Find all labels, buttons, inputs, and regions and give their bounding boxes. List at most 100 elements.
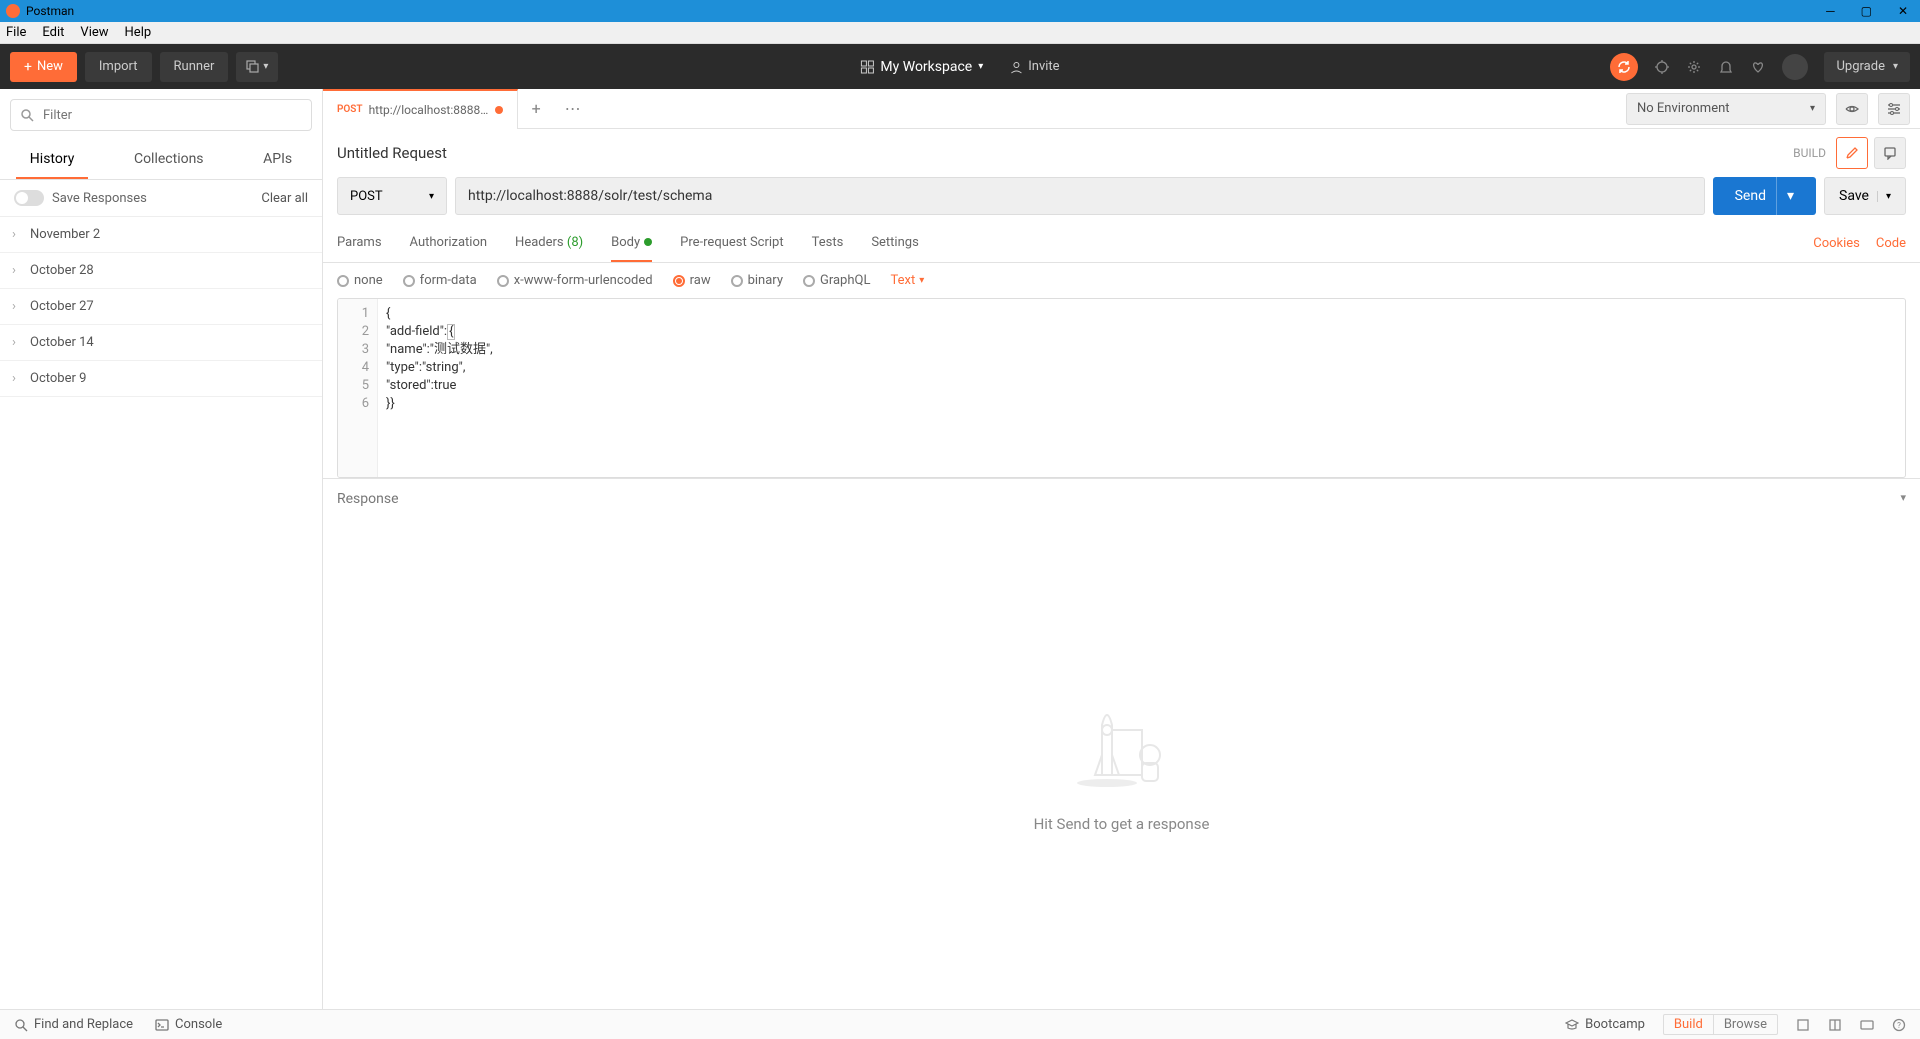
filter-input[interactable] — [10, 99, 312, 131]
sync-icon — [1617, 60, 1631, 74]
tab-params[interactable]: Params — [337, 225, 382, 262]
history-group[interactable]: October 9 — [0, 361, 322, 397]
environment-selector[interactable]: No Environment ▾ — [1626, 93, 1826, 125]
import-button[interactable]: Import — [85, 52, 152, 82]
window-close-icon[interactable]: ✕ — [1898, 4, 1908, 18]
comment-icon — [1883, 146, 1897, 160]
workspace-name: My Workspace — [880, 59, 972, 75]
person-icon — [1009, 60, 1023, 74]
chevron-down-icon: ▾ — [429, 191, 434, 202]
body-formdata-radio[interactable]: form-data — [403, 273, 477, 288]
menu-file[interactable]: File — [6, 25, 26, 40]
chevron-down-icon: ▾ — [263, 61, 268, 72]
menu-edit[interactable]: Edit — [42, 25, 64, 40]
upgrade-button[interactable]: Upgrade▾ — [1824, 52, 1910, 82]
tab-overflow-button[interactable]: ⋯ — [555, 99, 591, 118]
console-button[interactable]: Console — [155, 1017, 222, 1032]
settings-icon[interactable] — [1686, 59, 1702, 75]
env-settings-button[interactable] — [1878, 93, 1910, 125]
tab-tests[interactable]: Tests — [812, 225, 844, 262]
clear-all-link[interactable]: Clear all — [261, 191, 308, 206]
window-minimize-icon[interactable]: ─ — [1826, 4, 1835, 18]
pane-two-icon[interactable] — [1828, 1018, 1842, 1032]
build-mode-button[interactable]: Build — [1663, 1014, 1714, 1035]
new-button[interactable]: +New — [10, 52, 77, 82]
keyboard-shortcuts-icon[interactable] — [1860, 1018, 1874, 1032]
find-replace-button[interactable]: Find and Replace — [14, 1017, 133, 1032]
capture-icon[interactable] — [1654, 59, 1670, 75]
sliders-icon — [1886, 101, 1902, 117]
body-raw-radio[interactable]: raw — [673, 273, 711, 288]
edit-layout-button[interactable] — [1836, 137, 1868, 169]
history-group[interactable]: November 2 — [0, 217, 322, 253]
tab-settings[interactable]: Settings — [871, 225, 918, 262]
save-button[interactable]: Save ▾ — [1824, 177, 1906, 215]
menu-view[interactable]: View — [80, 25, 108, 40]
response-label: Response — [337, 491, 399, 507]
cookies-link[interactable]: Cookies — [1813, 236, 1860, 251]
bootcamp-button[interactable]: Bootcamp — [1565, 1017, 1645, 1032]
save-responses-toggle[interactable] — [14, 190, 44, 206]
chevron-down-icon: ▾ — [1877, 191, 1891, 202]
search-icon — [14, 1018, 28, 1032]
save-responses-label: Save Responses — [52, 191, 147, 206]
send-button[interactable]: Send ▾ — [1713, 177, 1816, 215]
add-tab-button[interactable]: + — [518, 99, 555, 118]
windows-icon — [246, 60, 260, 74]
workspace-selector[interactable]: My Workspace ▾ — [860, 59, 983, 75]
history-group[interactable]: October 28 — [0, 253, 322, 289]
runner-button[interactable]: Runner — [160, 52, 229, 82]
body-editor[interactable]: 123456 {"add-field":{"name":"测试数据","type… — [337, 298, 1906, 478]
svg-text:?: ? — [1897, 1021, 1901, 1030]
menu-help[interactable]: Help — [125, 25, 152, 40]
body-none-radio[interactable]: none — [337, 273, 383, 288]
history-group[interactable]: October 27 — [0, 289, 322, 325]
request-title: Untitled Request — [337, 144, 447, 162]
pane-single-icon[interactable] — [1796, 1018, 1810, 1032]
response-empty-state: Hit Send to get a response — [323, 519, 1920, 1009]
sidebar: History Collections APIs Save Responses … — [0, 89, 323, 1009]
main-toolbar: +New Import Runner ▾ My Workspace ▾ Invi… — [0, 44, 1920, 89]
help-icon[interactable]: ? — [1892, 1018, 1906, 1032]
method-selector[interactable]: POST ▾ — [337, 177, 447, 215]
invite-button[interactable]: Invite — [1009, 59, 1059, 74]
heart-icon[interactable] — [1750, 59, 1766, 75]
tab-headers[interactable]: Headers (8) — [515, 225, 583, 262]
build-label: BUILD — [1793, 146, 1826, 160]
chevron-down-icon: ▾ — [919, 275, 924, 286]
url-input[interactable] — [455, 177, 1705, 215]
tab-authorization[interactable]: Authorization — [410, 225, 488, 262]
tab-body[interactable]: Body — [611, 225, 652, 262]
tab-history[interactable]: History — [16, 141, 89, 179]
graduation-icon — [1565, 1018, 1579, 1032]
history-list: November 2 October 28 October 27 October… — [0, 217, 322, 397]
request-tab[interactable]: POST http://localhost:8888/solr/test... — [323, 89, 518, 129]
code-link[interactable]: Code — [1876, 236, 1906, 251]
body-graphql-radio[interactable]: GraphQL — [803, 273, 870, 288]
code-body[interactable]: {"add-field":{"name":"测试数据","type":"stri… — [378, 299, 1905, 477]
open-new-window-button[interactable]: ▾ — [236, 52, 278, 82]
browse-mode-button[interactable]: Browse — [1714, 1014, 1778, 1035]
rocket-illustration-icon — [1062, 695, 1182, 795]
tab-apis[interactable]: APIs — [249, 141, 306, 179]
chevron-down-icon[interactable]: ▾ — [1900, 491, 1906, 507]
unsaved-dot-icon — [495, 106, 503, 114]
chevron-down-icon: ▾ — [1810, 103, 1815, 114]
body-xwww-radio[interactable]: x-www-form-urlencoded — [497, 273, 653, 288]
env-quicklook-button[interactable] — [1836, 93, 1868, 125]
statusbar: Find and Replace Console Bootcamp Build … — [0, 1009, 1920, 1039]
tab-prerequest[interactable]: Pre-request Script — [680, 225, 783, 262]
body-binary-radio[interactable]: binary — [731, 273, 783, 288]
notifications-icon[interactable] — [1718, 59, 1734, 75]
comments-button[interactable] — [1874, 137, 1906, 169]
response-empty-text: Hit Send to get a response — [1034, 815, 1210, 833]
window-maximize-icon[interactable]: ▢ — [1861, 4, 1872, 18]
body-active-dot-icon — [644, 238, 652, 246]
sync-button[interactable] — [1610, 53, 1638, 81]
body-format-selector[interactable]: Text▾ — [890, 273, 924, 288]
history-group[interactable]: October 14 — [0, 325, 322, 361]
account-avatar[interactable] — [1782, 54, 1808, 80]
chevron-down-icon: ▾ — [978, 61, 983, 72]
tab-collections[interactable]: Collections — [120, 141, 218, 179]
tab-method: POST — [337, 104, 363, 115]
